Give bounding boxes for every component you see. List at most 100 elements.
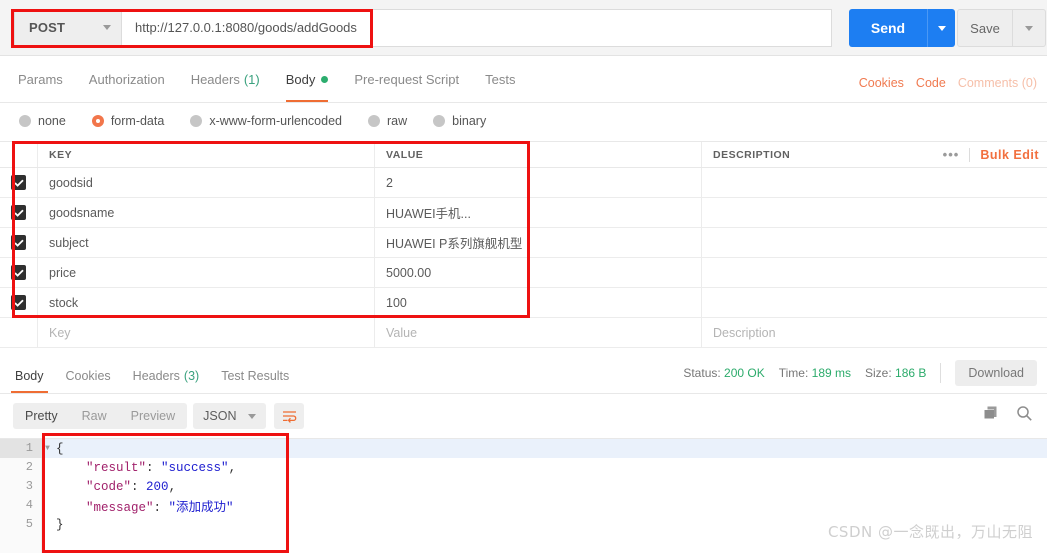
response-body-viewer[interactable]: 1 ▼{2 "result": "success", 3 "code": 200, 4…	[0, 438, 1047, 553]
row-checkbox[interactable]	[11, 265, 26, 280]
code-link[interactable]: Code	[916, 76, 946, 90]
tab-body[interactable]: Body	[273, 56, 342, 102]
response-tab-test-results[interactable]: Test Results	[210, 358, 300, 393]
row-checkbox[interactable]	[11, 205, 26, 220]
code-text: "message": "添加成功"	[86, 501, 234, 515]
tab-count: (1)	[243, 71, 260, 87]
view-preview-button[interactable]: Preview	[119, 403, 187, 429]
response-tab-body[interactable]: Body	[4, 358, 55, 393]
body-type-binary[interactable]: binary	[433, 114, 486, 128]
row-value[interactable]: 2	[375, 168, 702, 197]
row-description[interactable]	[702, 168, 1047, 197]
placeholder-value[interactable]: Value	[375, 318, 702, 347]
code-line: 4 "message": "添加成功"	[0, 496, 1047, 515]
code-text: }	[56, 517, 64, 532]
copy-icon	[984, 406, 997, 419]
copy-button[interactable]	[983, 405, 1000, 427]
header-key: KEY	[38, 142, 375, 167]
tab-params[interactable]: Params	[5, 56, 76, 102]
row-key[interactable]: stock	[38, 288, 375, 317]
http-method-dropdown[interactable]: POST	[14, 8, 121, 47]
body-type-label: none	[38, 114, 66, 128]
radio-icon	[19, 115, 31, 127]
view-raw-button[interactable]: Raw	[70, 403, 119, 429]
table-row[interactable]: goodsname HUAWEI手机...	[0, 198, 1047, 228]
table-row[interactable]: stock 100	[0, 288, 1047, 318]
tab-label: Headers	[190, 71, 240, 87]
comments-link[interactable]: Comments (0)	[958, 76, 1037, 90]
body-type-radio-group: none form-data x-www-form-urlencoded raw…	[0, 103, 1047, 139]
time-meta: Time: 189 ms	[779, 366, 851, 380]
wrap-lines-icon	[282, 410, 297, 423]
row-description[interactable]	[702, 228, 1047, 257]
tab-authorization[interactable]: Authorization	[76, 56, 178, 102]
row-key[interactable]: goodsid	[38, 168, 375, 197]
cookies-link[interactable]: Cookies	[859, 76, 904, 90]
body-active-dot-icon	[321, 75, 329, 83]
chevron-down-icon	[103, 25, 111, 30]
fold-toggle-icon[interactable]: ▼	[42, 444, 53, 453]
search-button[interactable]	[1016, 405, 1033, 427]
row-key[interactable]: goodsname	[38, 198, 375, 227]
send-button[interactable]: Send	[849, 9, 927, 47]
bulk-edit-link[interactable]: Bulk Edit	[980, 148, 1039, 162]
save-options-button[interactable]	[1013, 9, 1046, 47]
download-button[interactable]: Download	[955, 360, 1037, 386]
row-value[interactable]: HUAWEI手机...	[375, 198, 702, 227]
request-url-text: http://127.0.0.1:8080/goods/addGoods	[135, 20, 357, 35]
check-icon	[13, 299, 24, 307]
request-url-input[interactable]: http://127.0.0.1:8080/goods/addGoods	[121, 8, 832, 47]
table-row[interactable]: goodsid 2	[0, 168, 1047, 198]
row-value[interactable]: 100	[375, 288, 702, 317]
view-pretty-button[interactable]: Pretty	[13, 403, 70, 429]
row-checkbox-cell	[0, 318, 38, 347]
postman-window: POST http://127.0.0.1:8080/goods/addGood…	[0, 0, 1047, 553]
http-method-label: POST	[29, 20, 66, 35]
table-row[interactable]: subject HUAWEI P系列旗舰机型	[0, 228, 1047, 258]
code-text: {	[56, 441, 64, 456]
save-button[interactable]: Save	[957, 9, 1013, 47]
response-tab-cookies[interactable]: Cookies	[55, 358, 122, 393]
code-line: 5}	[0, 515, 1047, 534]
size-meta: Size: 186 B	[865, 366, 926, 380]
table-row-placeholder[interactable]: Key Value Description	[0, 318, 1047, 348]
row-description[interactable]	[702, 258, 1047, 287]
divider	[969, 147, 971, 162]
table-row[interactable]: price 5000.00	[0, 258, 1047, 288]
row-checkbox[interactable]	[11, 175, 26, 190]
tab-headers[interactable]: Headers (1)	[178, 56, 273, 102]
row-key[interactable]: subject	[38, 228, 375, 257]
row-description[interactable]	[702, 288, 1047, 317]
row-description[interactable]	[702, 198, 1047, 227]
size-label: Size:	[865, 366, 892, 380]
placeholder-key[interactable]: Key	[38, 318, 375, 347]
more-options-icon[interactable]: •••	[943, 147, 960, 162]
row-value[interactable]: 5000.00	[375, 258, 702, 287]
placeholder-description[interactable]: Description	[702, 318, 1047, 347]
search-icon	[1017, 406, 1032, 421]
tab-tests[interactable]: Tests	[472, 56, 528, 102]
line-number: 3	[25, 479, 33, 493]
body-type-raw[interactable]: raw	[368, 114, 407, 128]
wrap-lines-button[interactable]	[274, 403, 305, 429]
body-type-x-www-form-urlencoded[interactable]: x-www-form-urlencoded	[190, 114, 342, 128]
tab-pre-request-script[interactable]: Pre-request Script	[341, 56, 472, 102]
row-checkbox[interactable]	[11, 235, 26, 250]
line-number: 4	[25, 498, 33, 512]
row-value[interactable]: HUAWEI P系列旗舰机型	[375, 228, 702, 257]
body-type-none[interactable]: none	[19, 114, 66, 128]
send-options-button[interactable]	[927, 9, 955, 47]
response-tab-bar: Body Cookies Headers (3) Test Results St…	[0, 358, 1047, 394]
row-checkbox-cell	[0, 288, 38, 317]
row-checkbox-cell	[0, 198, 38, 227]
row-key[interactable]: price	[38, 258, 375, 287]
response-tab-headers[interactable]: Headers (3)	[122, 358, 211, 393]
check-icon	[13, 179, 24, 187]
response-meta: Status: 200 OK Time: 189 ms Size: 186 B …	[683, 360, 1037, 386]
row-checkbox[interactable]	[11, 295, 26, 310]
response-format-dropdown[interactable]: JSON	[193, 403, 267, 429]
request-tab-bar: Params Authorization Headers (1) Body Pr…	[0, 56, 1047, 103]
body-type-form-data[interactable]: form-data	[91, 114, 164, 128]
request-tab-bar-actions: Cookies Code Comments (0)	[859, 76, 1037, 90]
header-checkbox-cell	[0, 142, 38, 167]
